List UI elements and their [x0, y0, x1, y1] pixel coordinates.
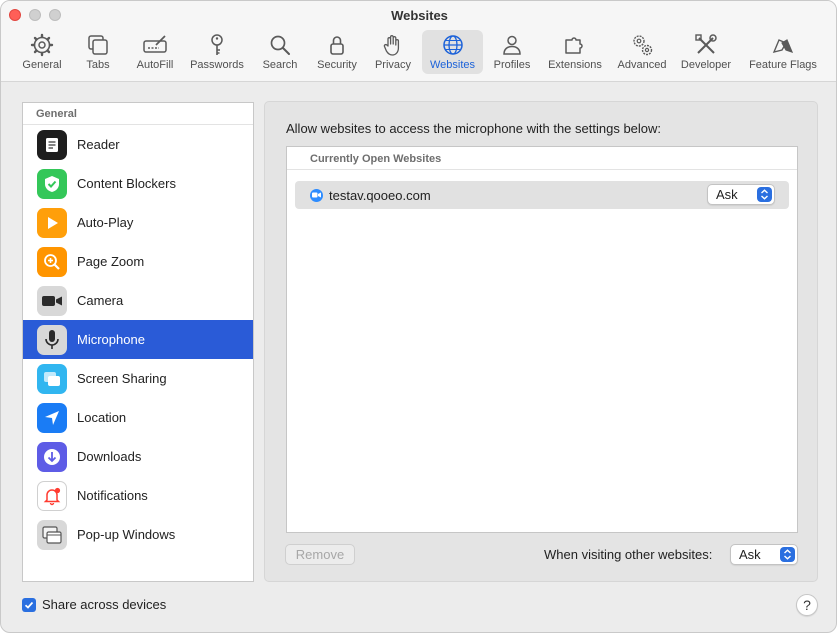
sidebar-item-notifications[interactable]: Notifications — [23, 476, 253, 515]
tabs-icon — [88, 35, 108, 55]
sidebar-item-label: Microphone — [77, 332, 145, 347]
window-title: Websites — [391, 8, 448, 23]
sidebar-item-label: Downloads — [77, 449, 142, 464]
list-header: Currently Open Websites — [287, 147, 797, 170]
sidebar-item-label: Screen Sharing — [77, 371, 167, 386]
tab-label: Passwords — [190, 59, 244, 71]
sidebar-item-label: Page Zoom — [77, 254, 145, 269]
tab-label: Tabs — [86, 59, 110, 71]
tab-label: Privacy — [374, 59, 412, 71]
tab-label: Search — [262, 59, 298, 71]
tab-autofill[interactable]: AutoFill — [131, 30, 179, 74]
sidebar-item-label: Pop-up Windows — [77, 527, 176, 542]
sidebar-item-pop-up-windows[interactable]: Pop-up Windows — [23, 515, 253, 554]
camera-icon — [37, 285, 67, 316]
sidebar-item-downloads[interactable]: Downloads — [23, 437, 253, 476]
websites-list[interactable]: Currently Open Websites testav.qooeo.com… — [286, 146, 798, 533]
tab-label: Profiles — [493, 59, 531, 71]
sidebar-item-screen-sharing[interactable]: Screen Sharing — [23, 359, 253, 398]
tab-tabs[interactable]: Tabs — [79, 30, 117, 74]
reader-icon — [37, 129, 67, 160]
chevron-updown-icon — [780, 547, 795, 562]
tab-search[interactable]: Search — [257, 30, 303, 74]
tab-label: Extensions — [548, 59, 602, 71]
tab-label: AutoFill — [136, 59, 174, 71]
sidebar-item-reader[interactable]: Reader — [23, 125, 253, 164]
hand-icon — [383, 35, 400, 56]
site-name: testav.qooeo.com — [329, 187, 431, 203]
sidebar: General Reader Content Blockers Auto-Pla… — [22, 102, 254, 582]
preferences-window: Websites General Tabs AutoFill Passwords… — [0, 0, 837, 633]
checkmark-icon — [22, 597, 36, 612]
search-icon — [270, 35, 290, 55]
sidebar-item-label: Camera — [77, 293, 124, 308]
popup-windows-icon — [37, 519, 67, 550]
other-websites-value: Ask — [739, 547, 761, 562]
puzzle-icon — [565, 37, 583, 54]
chevron-updown-icon — [757, 187, 772, 202]
settings-panel: Allow websites to access the microphone … — [264, 101, 818, 582]
tools-icon — [695, 34, 717, 54]
tab-label: Feature Flags — [749, 59, 817, 71]
panel-description: Allow websites to access the microphone … — [286, 121, 662, 136]
play-icon — [37, 207, 67, 238]
other-websites-label: When visiting other websites: — [544, 547, 713, 562]
globe-icon — [442, 35, 463, 55]
tab-label: Advanced — [617, 59, 667, 71]
autofill-icon — [143, 35, 167, 53]
table-row[interactable]: testav.qooeo.com Ask — [295, 181, 789, 209]
gears-icon — [633, 35, 653, 56]
tab-websites[interactable]: Websites — [422, 30, 483, 74]
sidebar-item-label: Notifications — [77, 488, 148, 503]
tab-profiles[interactable]: Profiles — [490, 30, 534, 74]
tab-feature-flags[interactable]: Feature Flags — [744, 30, 822, 74]
site-permission-select[interactable]: Ask — [707, 184, 775, 205]
sidebar-item-camera[interactable]: Camera — [23, 281, 253, 320]
sidebar-item-auto-play[interactable]: Auto-Play — [23, 203, 253, 242]
bell-icon — [37, 480, 67, 511]
tab-label: Developer — [680, 59, 732, 71]
gear-icon — [30, 33, 54, 57]
key-icon — [211, 34, 223, 55]
shield-check-icon — [37, 168, 67, 199]
site-permission-value: Ask — [716, 187, 738, 202]
person-icon — [503, 35, 521, 55]
share-across-devices-checkbox[interactable]: Share across devices — [22, 597, 166, 612]
tab-advanced[interactable]: Advanced — [614, 30, 670, 74]
tab-extensions[interactable]: Extensions — [544, 30, 606, 74]
other-websites-select[interactable]: Ask — [730, 544, 798, 565]
flags-icon — [772, 39, 794, 54]
sidebar-header: General — [23, 103, 253, 125]
tab-passwords[interactable]: Passwords — [187, 30, 247, 74]
sidebar-item-microphone[interactable]: Microphone — [23, 320, 253, 359]
sidebar-item-label: Content Blockers — [77, 176, 176, 191]
microphone-icon — [37, 324, 67, 355]
sidebar-item-label: Reader — [77, 137, 120, 152]
tab-privacy[interactable]: Privacy — [371, 30, 415, 74]
sidebar-item-location[interactable]: Location — [23, 398, 253, 437]
sidebar-item-page-zoom[interactable]: Page Zoom — [23, 242, 253, 281]
lock-icon — [330, 36, 344, 55]
location-arrow-icon — [37, 402, 67, 433]
sidebar-item-label: Auto-Play — [77, 215, 134, 230]
tab-developer[interactable]: Developer — [678, 30, 734, 74]
tab-label: Websites — [429, 59, 476, 71]
tab-label: Security — [317, 59, 357, 71]
zoom-icon — [37, 246, 67, 277]
sidebar-item-label: Location — [77, 410, 127, 425]
share-label: Share across devices — [42, 597, 167, 612]
site-favicon-icon — [310, 188, 323, 202]
screen-sharing-icon — [37, 363, 67, 394]
help-button[interactable]: ? — [796, 594, 818, 616]
tab-general[interactable]: General — [15, 30, 69, 74]
tab-security[interactable]: Security — [312, 30, 362, 74]
remove-button[interactable]: Remove — [285, 544, 355, 565]
sidebar-item-content-blockers[interactable]: Content Blockers — [23, 164, 253, 203]
download-icon — [37, 441, 67, 472]
tab-label: General — [22, 59, 62, 71]
toolbar: Websites General Tabs AutoFill Passwords… — [1, 1, 836, 82]
